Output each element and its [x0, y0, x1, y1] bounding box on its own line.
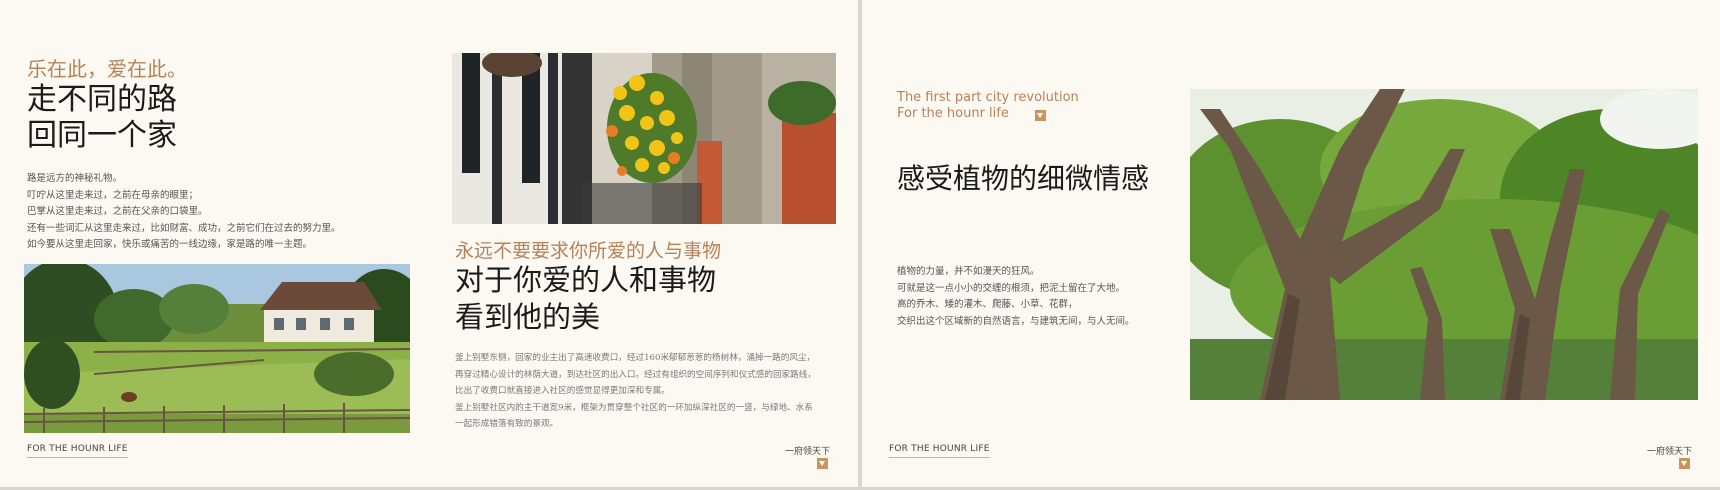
english-subtitle-line-2: For the hounr life	[897, 106, 1009, 121]
footer-left-label: FOR THE HOUNR LIFE	[889, 444, 990, 458]
slide-left: 乐在此，爱在此。 走不同的路 回同一个家 路是远方的神秘礼物。 叮咛从这里走来过…	[0, 0, 858, 487]
right-body-line: 植物的力量，并不如漫天的狂风。	[897, 266, 1040, 277]
slide-right: The first part city revolution For the h…	[862, 0, 1720, 487]
tree-photo	[1190, 89, 1698, 400]
middle-body-line: 釜上别墅东侧，回家的业主出了高速收费口，经过160米郁郁葱葱的杨树林，涌掉一路的…	[455, 353, 816, 363]
middle-body-line: 釜上别墅社区内的主干道宽9米，框架为贯穿整个社区的一环加纵深社区的一竖，与绿地、…	[455, 402, 813, 413]
house-photo	[24, 264, 410, 433]
right-body-line: 高的乔木、矮的灌木、爬藤、小草、花群，	[897, 299, 1078, 310]
right-body-line: 可就是这一点小小的交缠的根须，把泥土留在了大地。	[897, 282, 1126, 294]
right-body-line: 交织出这个区域新的自然语言，与建筑无间，与人无间。	[897, 315, 1135, 327]
arrow-down-badge-icon	[817, 458, 828, 469]
left-body-line: 路是远方的神秘礼物。	[27, 173, 123, 184]
left-title-line-1: 走不同的路	[27, 82, 177, 117]
middle-title-line-2: 看到他的美	[455, 300, 601, 334]
left-body-line: 还有一些词汇从这里走来过，比如财富、成功，之前它们在过去的努力里。	[27, 222, 341, 234]
arrow-down-badge-icon	[1679, 458, 1690, 469]
left-body-text: 路是远方的神秘礼物。 叮咛从这里走来过，之前在母亲的眼里； 巴掌从这里走来过，之…	[27, 171, 341, 254]
arrow-down-badge-icon	[1035, 110, 1046, 121]
english-subtitle: The first part city revolution For the h…	[897, 90, 1079, 122]
flower-street-photo	[452, 53, 836, 224]
english-subtitle-line-1: The first part city revolution	[897, 90, 1079, 105]
right-body-text: 植物的力量，并不如漫天的狂风。 可就是这一点小小的交缠的根须，把泥土留在了大地。…	[897, 264, 1135, 330]
middle-title-line-1: 对于你爱的人和事物	[455, 263, 717, 297]
middle-title: 对于你爱的人和事物 看到他的美	[455, 262, 716, 336]
left-title-line-2: 回同一个家	[27, 118, 177, 153]
right-title: 感受植物的细微情感	[897, 162, 1150, 195]
footer-left-label: FOR THE HOUNR LIFE	[27, 444, 128, 458]
middle-body-line: 比出了收费口就直接进入社区的感觉显得更加深和专属。	[455, 386, 670, 396]
left-body-line: 叮咛从这里走来过，之前在母亲的眼里；	[27, 189, 199, 201]
footer-right-label: 一府领天下	[785, 447, 831, 457]
middle-body-line: 再穿过精心设计的林荫大道，到达社区的出入口。经过有组织的空间序列和仪式感的回家路…	[455, 369, 816, 380]
footer-right-label: 一府领天下	[1647, 447, 1693, 457]
left-tagline: 乐在此，爱在此。	[27, 57, 187, 81]
left-title: 走不同的路 回同一个家	[27, 82, 177, 154]
middle-body-text: 釜上别墅东侧，回家的业主出了高速收费口，经过160米郁郁葱葱的杨树林，涌掉一路的…	[455, 350, 840, 433]
left-body-line: 如今要从这里走回家，快乐或痛苦的一线边缘，家是路的唯一主题。	[27, 239, 313, 250]
middle-tagline: 永远不要要求你所爱的人与事物	[455, 240, 722, 262]
middle-body-line: 一起形成错落有致的景观。	[455, 419, 559, 429]
left-body-line: 巴掌从这里走来过，之前在父亲的口袋里。	[27, 206, 208, 217]
